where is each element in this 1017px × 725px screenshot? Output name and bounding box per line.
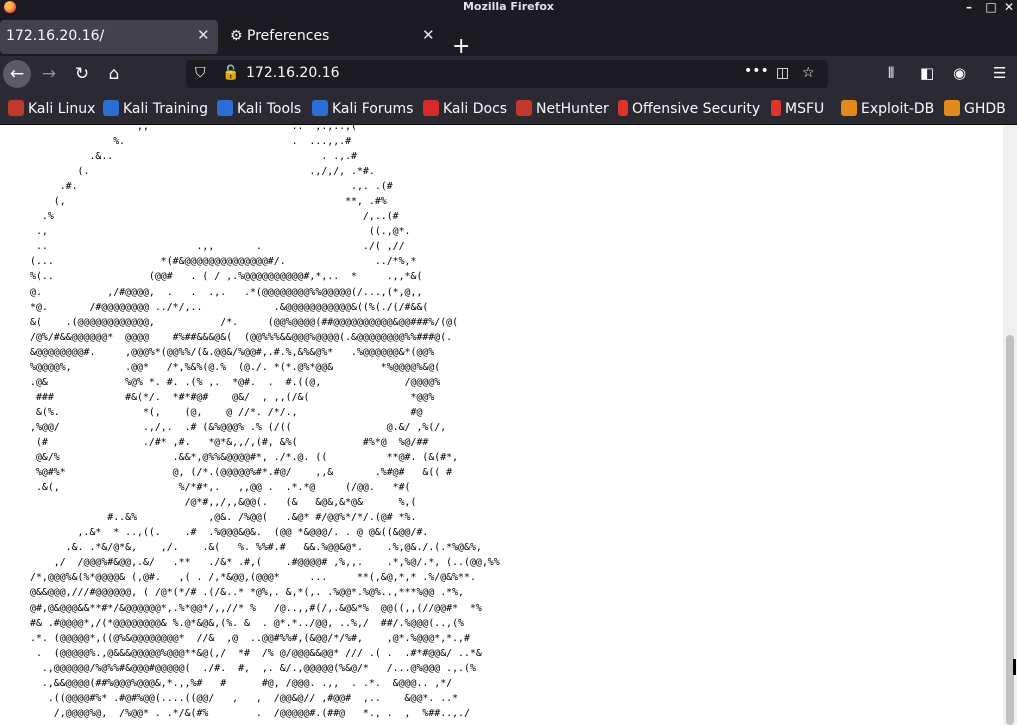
ghdb-icon bbox=[944, 100, 960, 116]
forward-icon[interactable]: → bbox=[35, 60, 63, 88]
bookmark-kali-docs[interactable]: Kali Docs bbox=[423, 100, 507, 118]
menu-icon[interactable]: ☰ bbox=[993, 64, 1006, 82]
bookmark-kali-linux[interactable]: Kali Linux bbox=[8, 100, 95, 118]
new-tab-icon[interactable]: + bbox=[452, 36, 470, 58]
kali-training-icon bbox=[103, 100, 119, 116]
bookmark-msfu[interactable]: MSFU bbox=[771, 100, 824, 118]
navigation-toolbar: ← → ↻ ⌂ ⛉ 🔓 172.16.20.16 ••• ◫ ☆ ⫴ ◧ ◉ ☰ bbox=[0, 56, 1017, 92]
exploit-db-icon bbox=[841, 100, 857, 116]
kali-tools-icon bbox=[217, 100, 233, 116]
bookmark-kali-training[interactable]: Kali Training bbox=[103, 100, 208, 118]
window-titlebar: Mozilla Firefox – □ ✕ bbox=[0, 0, 1017, 16]
reload-icon[interactable]: ↻ bbox=[68, 60, 96, 88]
bookmark-offensive-security[interactable]: Offensive Security bbox=[618, 100, 760, 118]
close-tab-icon[interactable]: ✕ bbox=[197, 26, 210, 44]
back-icon[interactable]: ← bbox=[3, 60, 31, 88]
offsec-icon bbox=[618, 100, 628, 116]
tab-strip: 172.16.20.16/ ✕ ⚙ Preferences ✕ + bbox=[0, 16, 1017, 58]
gear-icon: ⚙ bbox=[230, 28, 243, 44]
bookmark-star-icon[interactable]: ☆ bbox=[802, 65, 815, 81]
account-icon[interactable]: ◉ bbox=[953, 64, 966, 82]
sidebar-icon[interactable]: ◧ bbox=[920, 64, 934, 82]
bookmark-kali-forums[interactable]: Kali Forums bbox=[312, 100, 413, 118]
bookmark-nethunter[interactable]: NetHunter bbox=[516, 100, 609, 118]
url-bar[interactable]: ⛉ 🔓 172.16.20.16 ••• ◫ ☆ bbox=[186, 60, 828, 88]
bookmarks-toolbar: Kali Linux Kali Training Kali Tools Kali… bbox=[0, 92, 1017, 125]
text-cursor bbox=[1013, 659, 1016, 675]
bookmark-ghdb[interactable]: GHDB bbox=[944, 100, 1006, 118]
kali-forums-icon bbox=[312, 100, 328, 116]
tab-label: 172.16.20.16/ bbox=[6, 28, 105, 44]
nethunter-icon bbox=[516, 100, 532, 116]
maximize-icon[interactable]: □ bbox=[982, 0, 1000, 14]
home-icon[interactable]: ⌂ bbox=[100, 60, 128, 88]
shield-icon[interactable]: ⛉ bbox=[195, 65, 206, 81]
msfu-icon bbox=[771, 100, 781, 116]
vertical-scrollbar[interactable] bbox=[1003, 125, 1017, 725]
minimize-icon[interactable]: – bbox=[960, 0, 978, 14]
page-content: ,, .. ,.,..,( %. . ...,,.# .&.. . .,.# (… bbox=[0, 125, 1003, 725]
close-window-icon[interactable]: ✕ bbox=[1000, 0, 1017, 14]
tab-label: Preferences bbox=[247, 28, 330, 44]
kali-docs-icon bbox=[423, 100, 439, 116]
pocket-icon[interactable]: ◫ bbox=[776, 65, 789, 81]
close-tab-icon[interactable]: ✕ bbox=[422, 26, 435, 44]
ascii-art: ,, .. ,.,..,( %. . ...,,.# .&.. . .,.# (… bbox=[30, 125, 500, 719]
tab-site[interactable]: 172.16.20.16/ ✕ bbox=[0, 20, 218, 54]
url-text[interactable]: 172.16.20.16 bbox=[246, 65, 340, 81]
page-actions-icon[interactable]: ••• bbox=[744, 63, 769, 79]
kali-dragon-icon bbox=[8, 100, 24, 116]
bookmark-kali-tools[interactable]: Kali Tools bbox=[217, 100, 301, 118]
library-icon[interactable]: ⫴ bbox=[888, 64, 894, 82]
bookmark-exploit-db[interactable]: Exploit-DB bbox=[841, 100, 934, 118]
tab-preferences[interactable]: ⚙ Preferences ✕ bbox=[222, 20, 442, 54]
insecure-lock-icon[interactable]: 🔓 bbox=[222, 65, 239, 81]
window-title: Mozilla Firefox bbox=[462, 0, 555, 13]
